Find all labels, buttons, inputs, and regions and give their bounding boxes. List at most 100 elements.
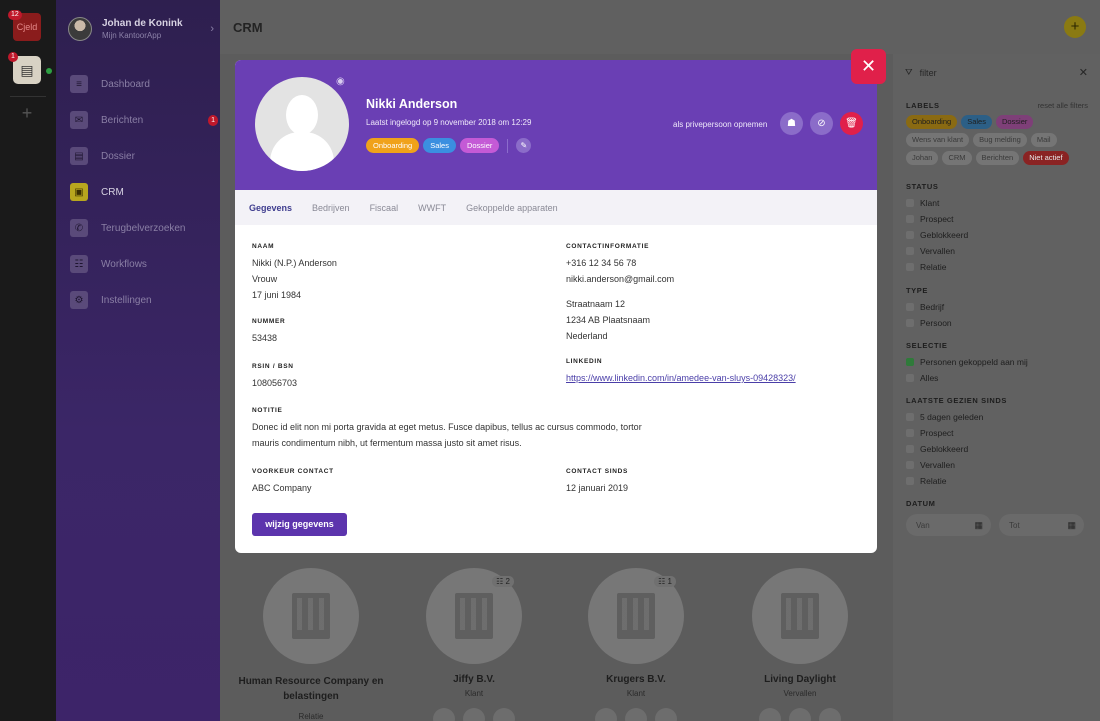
tag-dossier[interactable]: Dossier: [459, 138, 500, 153]
checkbox[interactable]: [906, 319, 914, 327]
filter-option[interactable]: Prospect: [906, 425, 1088, 441]
person-icon-body: [270, 132, 334, 171]
filter-option-label: Geblokkeerd: [920, 230, 969, 240]
mail-icon[interactable]: [789, 708, 811, 721]
checkbox[interactable]: [906, 358, 914, 366]
delete-button[interactable]: 🗑: [840, 112, 863, 135]
nav-item-instellingen[interactable]: ⚙ Instellingen: [70, 282, 220, 318]
filter-option[interactable]: 5 dagen geleden: [906, 409, 1088, 425]
nav-item-dossier[interactable]: ▤ Dossier: [70, 138, 220, 174]
nav-item-crm[interactable]: ▣ CRM: [70, 174, 220, 210]
checkbox[interactable]: [906, 263, 914, 271]
mail-icon[interactable]: [625, 708, 647, 721]
relation-card[interactable]: Human Resource Company en belastingen Re…: [231, 568, 391, 721]
checkbox[interactable]: [906, 247, 914, 255]
filter-option[interactable]: Geblokkeerd: [906, 441, 1088, 457]
label-chip[interactable]: CRM: [942, 151, 972, 165]
linkedin-link[interactable]: https://www.linkedin.com/in/amedee-van-s…: [566, 370, 796, 386]
checkbox[interactable]: [906, 413, 914, 421]
filter-option[interactable]: Persoon: [906, 315, 1088, 331]
label-chip[interactable]: Bug melding: [973, 133, 1027, 147]
tag-sales[interactable]: Sales: [423, 138, 456, 153]
filter-option[interactable]: Prospect: [906, 211, 1088, 227]
contact-modal: ◉ Nikki Anderson Laatst ingelogd op 9 no…: [235, 60, 877, 553]
label-chip[interactable]: Dossier: [995, 115, 1034, 129]
nav-item-workflows[interactable]: ☷ Workflows: [70, 246, 220, 282]
company-avatar: [752, 568, 848, 664]
workflow-icon: ☷: [70, 255, 88, 273]
checkbox[interactable]: [906, 461, 914, 469]
checkbox[interactable]: [906, 445, 914, 453]
voorkeur-field: VOORKEUR CONTACT ABC Company: [252, 468, 334, 496]
contact-card-button[interactable]: ☗: [780, 112, 803, 135]
filter-option[interactable]: Bedrijf: [906, 299, 1088, 315]
tag-onboarding[interactable]: Onboarding: [366, 138, 420, 153]
tab-wwft[interactable]: WWFT: [418, 203, 446, 213]
phone-icon[interactable]: [433, 708, 455, 721]
label-chip[interactable]: Sales: [961, 115, 992, 129]
label-chip[interactable]: Berichten: [975, 151, 1020, 165]
checkbox[interactable]: [906, 429, 914, 437]
close-modal-button[interactable]: ✕: [851, 49, 886, 84]
chat-icon[interactable]: [655, 708, 677, 721]
relation-card[interactable]: ☷ 2 Jiffy B.V. Klant: [394, 568, 554, 721]
filter-option[interactable]: Relatie: [906, 259, 1088, 275]
label-chip[interactable]: Onboarding: [906, 115, 958, 129]
relation-card[interactable]: ☷ 1 Krugers B.V. Klant: [556, 568, 716, 721]
tab-gegevens[interactable]: Gegevens: [249, 203, 292, 213]
filter-option[interactable]: Alles: [906, 370, 1088, 386]
mail-icon: ✉: [70, 111, 88, 129]
checkbox[interactable]: [906, 199, 914, 207]
phone-icon[interactable]: [759, 708, 781, 721]
label-chip[interactable]: Wens van klant: [906, 133, 970, 147]
filter-option[interactable]: Personen gekoppeld aan mij: [906, 354, 1088, 370]
add-button[interactable]: +: [1064, 16, 1086, 38]
add-app-button[interactable]: +: [16, 102, 38, 124]
filter-option[interactable]: Relatie: [906, 473, 1088, 489]
relation-card[interactable]: Living Daylight Vervallen: [720, 568, 880, 721]
checkbox[interactable]: [906, 477, 914, 485]
user-subtitle: Mijn KantoorApp: [102, 31, 162, 40]
close-icon[interactable]: ✕: [1079, 66, 1088, 79]
phone-value[interactable]: +316 12 34 56 78: [566, 255, 674, 271]
kantoor-app-button[interactable]: ▤: [13, 56, 41, 84]
label-chip[interactable]: Mail: [1030, 133, 1057, 147]
user-menu[interactable]: Johan de Konink Mijn KantoorApp ›: [68, 15, 214, 43]
voorkeur-label: VOORKEUR CONTACT: [252, 468, 334, 475]
chat-icon[interactable]: [819, 708, 841, 721]
nav-item-terugbelverzoeken[interactable]: ✆ Terugbelverzoeken: [70, 210, 220, 246]
tab-bedrijven[interactable]: Bedrijven: [312, 203, 350, 213]
filter-option[interactable]: Vervallen: [906, 243, 1088, 259]
date-from-input[interactable]: Van ▦: [906, 514, 991, 536]
edit-tags-icon[interactable]: ✎: [516, 138, 532, 153]
checkbox[interactable]: [906, 374, 914, 382]
chat-icon[interactable]: [493, 708, 515, 721]
tab-fiscaal[interactable]: Fiscaal: [370, 203, 399, 213]
phone-icon[interactable]: [595, 708, 617, 721]
app-badge: 12: [8, 10, 22, 20]
checkbox[interactable]: [906, 215, 914, 223]
block-button[interactable]: ⊘: [810, 112, 833, 135]
page-title: CRM: [233, 20, 263, 35]
filter-option[interactable]: Klant: [906, 195, 1088, 211]
label-chip[interactable]: Niet actief: [1023, 151, 1069, 165]
nav-item-dashboard[interactable]: ≡ Dashboard: [70, 66, 220, 102]
main-navigation: Johan de Konink Mijn KantoorApp › ≡ Dash…: [56, 0, 220, 721]
checkbox[interactable]: [906, 303, 914, 311]
label-chip[interactable]: Johan: [906, 151, 939, 165]
checkbox[interactable]: [906, 231, 914, 239]
mail-icon[interactable]: [463, 708, 485, 721]
filter-option-label: Bedrijf: [920, 302, 945, 312]
filter-option[interactable]: Geblokkeerd: [906, 227, 1088, 243]
nav-item-berichten[interactable]: ✉ Berichten 1: [70, 102, 220, 138]
camera-icon[interactable]: ◉: [336, 76, 345, 87]
email-value[interactable]: nikki.anderson@gmail.com: [566, 271, 674, 287]
filter-option[interactable]: Vervallen: [906, 457, 1088, 473]
edit-details-button[interactable]: wijzig gegevens: [252, 513, 347, 536]
date-to-input[interactable]: Tot ▦: [999, 514, 1084, 536]
linkedin-field: LINKEDIN https://www.linkedin.com/in/ame…: [566, 358, 796, 386]
tab-gekoppelde-apparaten[interactable]: Gekoppelde apparaten: [466, 203, 558, 213]
filter-option-label: 5 dagen geleden: [920, 412, 984, 422]
avatar[interactable]: [255, 77, 349, 171]
reset-filters-link[interactable]: reset alle filters: [1038, 101, 1088, 110]
